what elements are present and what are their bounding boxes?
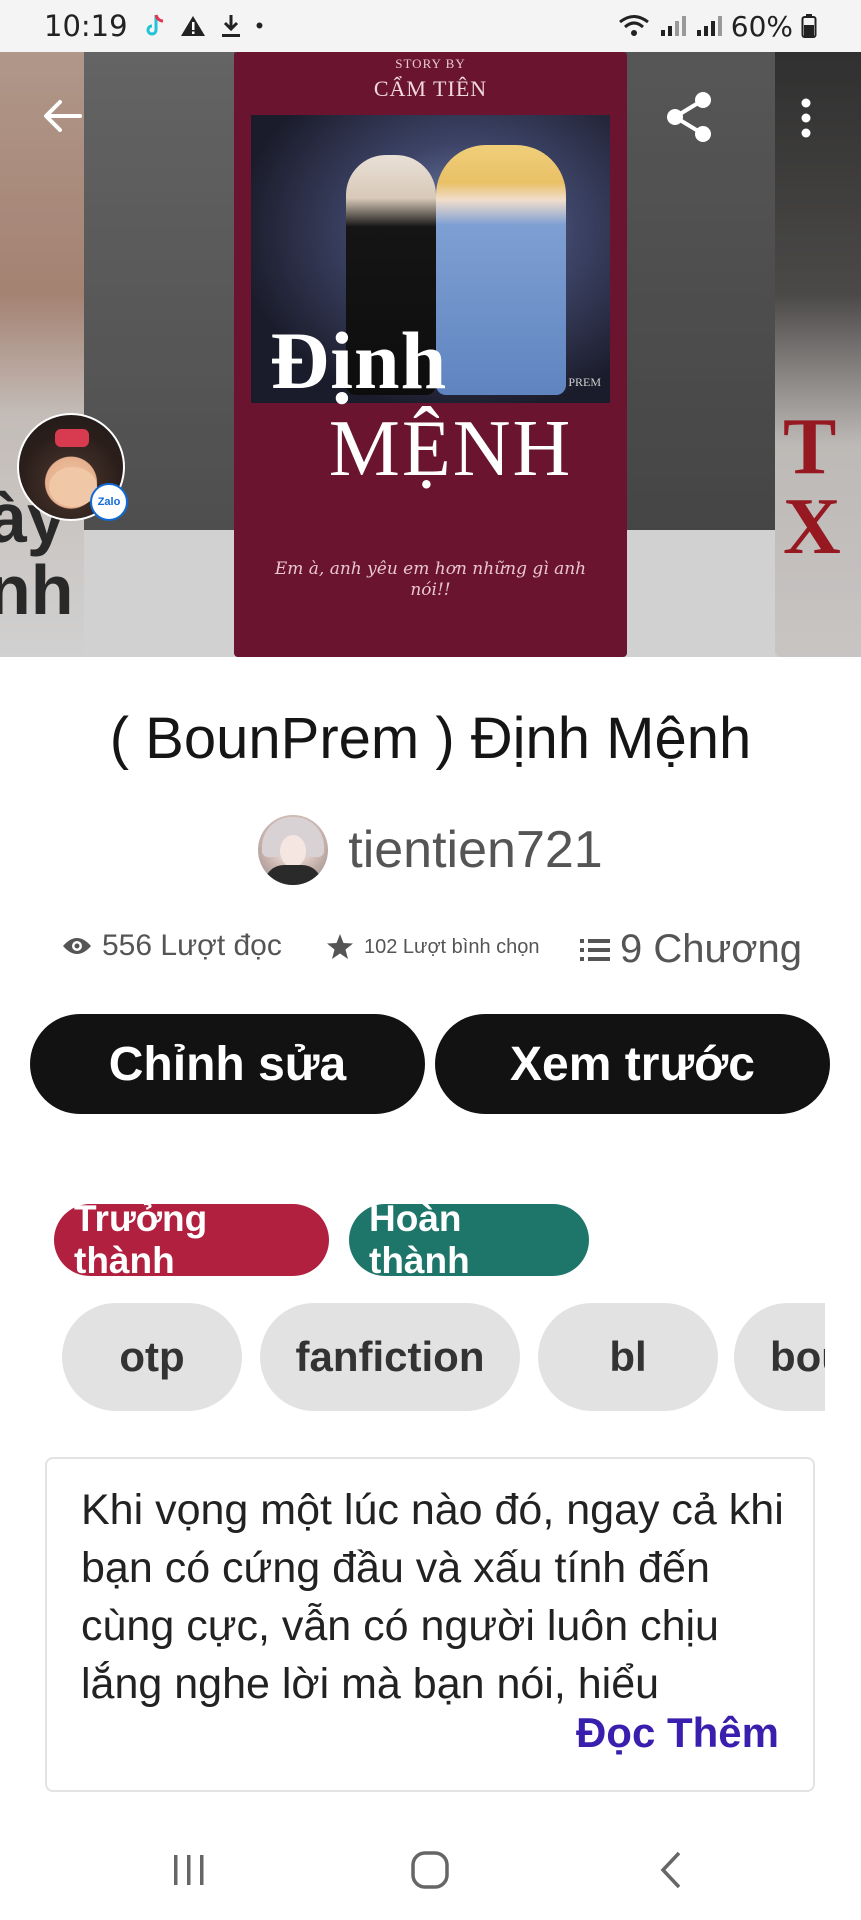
download-icon	[220, 13, 242, 39]
author-name[interactable]: tientien721	[348, 820, 602, 880]
status-time: 10:19	[44, 9, 128, 43]
votes-count: 102 Lượt bình chọn	[364, 935, 540, 958]
back-button[interactable]	[38, 92, 86, 140]
tag-list[interactable]: otp fanfiction bl bou	[62, 1303, 825, 1411]
more-vertical-icon	[801, 98, 811, 138]
wifi-icon	[617, 13, 651, 39]
list-icon	[580, 938, 610, 961]
stat-reads: 556 Lượt đọc	[62, 929, 282, 963]
story-title: ( BounPrem ) Định Mệnh	[109, 706, 752, 771]
mature-badge: Trưởng thành	[54, 1198, 329, 1281]
status-bar: 10:19 • 60%	[0, 0, 861, 52]
share-icon	[667, 92, 711, 142]
share-button[interactable]	[658, 86, 720, 148]
chapters-count: 9 Chương	[620, 927, 802, 971]
signal-icon-2	[695, 14, 723, 38]
battery-percent: 60%	[730, 9, 793, 43]
edit-button[interactable]: Chỉnh sửa	[30, 1014, 425, 1114]
preview-button[interactable]: Xem trước	[435, 1014, 830, 1114]
author-avatar[interactable]	[258, 815, 329, 885]
cover-title-line2: MỆNH	[328, 405, 573, 493]
tag-chip[interactable]: otp	[62, 1303, 242, 1411]
tag-chip[interactable]: fanfiction	[260, 1303, 520, 1411]
description-text: Khi vọng một lúc nào đó, ngay cả khi bạn…	[81, 1486, 784, 1708]
story-cover[interactable]: STORY BY CẨM TIÊN PREM Định MỆNH Em à, a…	[234, 52, 627, 657]
home-button[interactable]	[408, 1848, 452, 1892]
recent-apps-icon	[174, 1855, 204, 1885]
recent-apps-button[interactable]	[168, 1848, 210, 1892]
chevron-left-icon	[660, 1851, 681, 1889]
read-more-link[interactable]: Đọc Thêm	[576, 1709, 779, 1757]
cover-tagline: Em à, anh yêu em hơn những gì anh nói!!	[274, 559, 587, 600]
status-badges: Trưởng thành Hoàn thành	[54, 1198, 589, 1281]
tiktok-icon	[142, 13, 166, 39]
next-cover-text: T X	[783, 403, 841, 571]
complete-badge: Hoàn thành	[349, 1198, 589, 1281]
story-stats: 556 Lượt đọc 102 Lượt bình chọn 9 Chương	[62, 925, 822, 985]
action-buttons: Chỉnh sửa Xem trước	[30, 1014, 830, 1114]
previous-cover[interactable]: ày nh	[0, 52, 84, 657]
status-dot: •	[255, 13, 264, 38]
cover-story-by: STORY BY	[395, 56, 466, 71]
description-box[interactable]: Khi vọng một lúc nào đó, ngay cả khi bạn…	[45, 1457, 815, 1792]
star-icon	[327, 934, 353, 959]
author-row[interactable]: tientien721	[0, 815, 861, 885]
zalo-badge: Zalo	[90, 483, 128, 521]
reads-count: 556 Lượt đọc	[102, 929, 282, 962]
arrow-left-icon	[44, 100, 82, 132]
system-nav-bar	[0, 1818, 861, 1920]
stat-chapters[interactable]: 9 Chương	[580, 927, 802, 972]
stat-votes: 102 Lượt bình chọn	[326, 933, 540, 961]
eye-icon	[63, 938, 91, 954]
avatar-shirt	[264, 865, 323, 885]
avatar-bow	[55, 429, 89, 447]
cover-mark: PREM	[568, 375, 601, 389]
battery-icon	[801, 13, 817, 39]
warning-icon	[180, 14, 206, 38]
tag-chip[interactable]: bl	[538, 1303, 718, 1411]
cover-carousel[interactable]: ày nh T X STORY BY CẨM TIÊN PREM Định MỆ…	[0, 52, 861, 657]
cover-title-line1: Định	[270, 315, 448, 406]
home-icon	[411, 1851, 449, 1889]
cover-figure-right	[436, 145, 566, 395]
cover-author: CẨM TIÊN	[373, 76, 488, 101]
more-options-button[interactable]	[791, 90, 821, 146]
avatar-face-2	[280, 835, 307, 867]
tag-chip[interactable]: bou	[734, 1303, 825, 1411]
signal-icon	[659, 14, 687, 38]
system-back-button[interactable]	[656, 1848, 686, 1892]
